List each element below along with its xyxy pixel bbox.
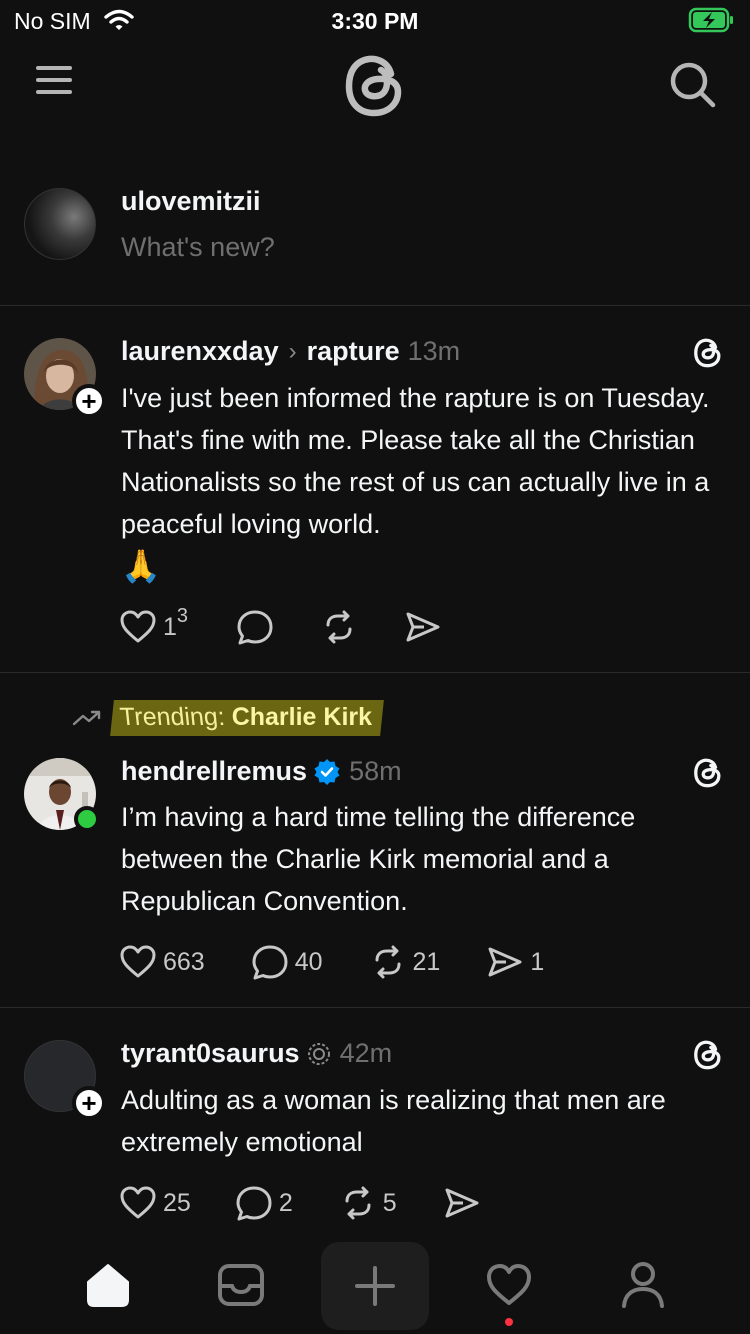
- post-username[interactable]: hendrellremus: [121, 756, 307, 787]
- share-button[interactable]: 1: [486, 945, 544, 979]
- post-header: hendrellremus 58m: [121, 756, 402, 787]
- post-username[interactable]: tyrant0saurus: [121, 1038, 300, 1069]
- clock: 3:30 PM: [331, 8, 419, 34]
- new-post-composer[interactable]: ulovemitzii What's new?: [0, 170, 750, 306]
- post-avatar[interactable]: +: [24, 338, 106, 418]
- post-card[interactable]: + tyrant0saurus 42m Adulting as a woman …: [0, 1008, 750, 1240]
- composer-input[interactable]: What's new?: [121, 232, 275, 263]
- comment-count: 2: [278, 1188, 293, 1217]
- inbox-icon[interactable]: [216, 1262, 266, 1313]
- like-button[interactable]: 663: [119, 944, 205, 980]
- post-header: laurenxxday › rapture 13m: [121, 336, 460, 367]
- like-count: 25: [163, 1188, 191, 1217]
- repost-button[interactable]: [320, 609, 358, 645]
- chevron-right-icon: ›: [288, 337, 297, 365]
- threads-logo-icon[interactable]: [692, 1038, 724, 1077]
- post-text: I've just been informed the rapture is o…: [121, 377, 731, 587]
- like-count-superscript: 3: [176, 605, 189, 627]
- repost-count: 5: [382, 1188, 397, 1217]
- compose-button[interactable]: [321, 1242, 429, 1330]
- menu-icon[interactable]: [34, 64, 76, 101]
- heart-icon[interactable]: [485, 1262, 533, 1313]
- repost-count: 21: [412, 947, 441, 976]
- plus-icon: [355, 1266, 395, 1306]
- repost-button[interactable]: 5: [339, 1185, 397, 1221]
- post-topic[interactable]: rapture: [307, 336, 400, 367]
- post-time: 58m: [349, 756, 402, 786]
- person-icon[interactable]: [620, 1260, 666, 1315]
- share-count: 1: [530, 947, 545, 976]
- post-text: Adulting as a woman is realizing that me…: [121, 1085, 666, 1157]
- post-card[interactable]: + laurenxxday › rapture 13m I've just be…: [0, 306, 750, 673]
- home-icon[interactable]: [84, 1262, 132, 1313]
- post-time: 42m: [339, 1038, 393, 1068]
- threads-logo-icon[interactable]: [341, 52, 409, 125]
- post-actions: 663 40 21 1: [119, 943, 544, 981]
- share-button[interactable]: [443, 1186, 481, 1220]
- ai-label-icon: [307, 1042, 330, 1065]
- online-status-dot: [74, 806, 100, 832]
- threads-logo-icon[interactable]: [692, 756, 724, 795]
- status-bar: No SIM 3:30 PM: [0, 0, 750, 40]
- notification-dot: [505, 1318, 513, 1326]
- post-avatar[interactable]: [24, 758, 100, 832]
- battery-charging-icon: [688, 7, 736, 38]
- post-actions: 25 2 5: [119, 1184, 481, 1222]
- threads-feed-screen: No SIM 3:30 PM ulovemitzii What's new? +…: [0, 0, 750, 1334]
- composer-username: ulovemitzii: [121, 186, 261, 216]
- avatar[interactable]: [24, 188, 96, 260]
- post-username[interactable]: laurenxxday: [121, 336, 279, 367]
- like-button[interactable]: 13: [119, 605, 188, 645]
- follow-button[interactable]: +: [72, 1086, 106, 1120]
- comment-button[interactable]: 2: [235, 1184, 293, 1222]
- praying-hands-emoji: 🙏: [121, 548, 161, 584]
- follow-button[interactable]: +: [72, 384, 106, 418]
- post-actions: 13: [119, 605, 442, 646]
- comment-count: 40: [294, 947, 323, 976]
- like-count: 663: [163, 947, 205, 976]
- bottom-tab-bar: [0, 1240, 750, 1334]
- post-time: 13m: [407, 336, 461, 366]
- search-icon[interactable]: [668, 60, 718, 115]
- repost-button[interactable]: 21: [369, 944, 441, 980]
- comment-button[interactable]: [236, 608, 274, 646]
- post-text: I’m having a hard time telling the diffe…: [121, 802, 636, 916]
- verified-badge-icon: [314, 758, 340, 785]
- post-avatar[interactable]: +: [24, 1040, 106, 1120]
- post-card[interactable]: hendrellremus 58m I’m having a hard time…: [0, 673, 750, 1008]
- post-text-content: I've just been informed the rapture is o…: [121, 383, 710, 539]
- share-button[interactable]: [404, 610, 442, 644]
- post-header: tyrant0saurus 42m: [121, 1038, 392, 1069]
- comment-button[interactable]: 40: [251, 943, 323, 981]
- threads-logo-icon[interactable]: [692, 336, 724, 375]
- like-button[interactable]: 25: [119, 1185, 191, 1221]
- like-count: 1: [163, 612, 177, 641]
